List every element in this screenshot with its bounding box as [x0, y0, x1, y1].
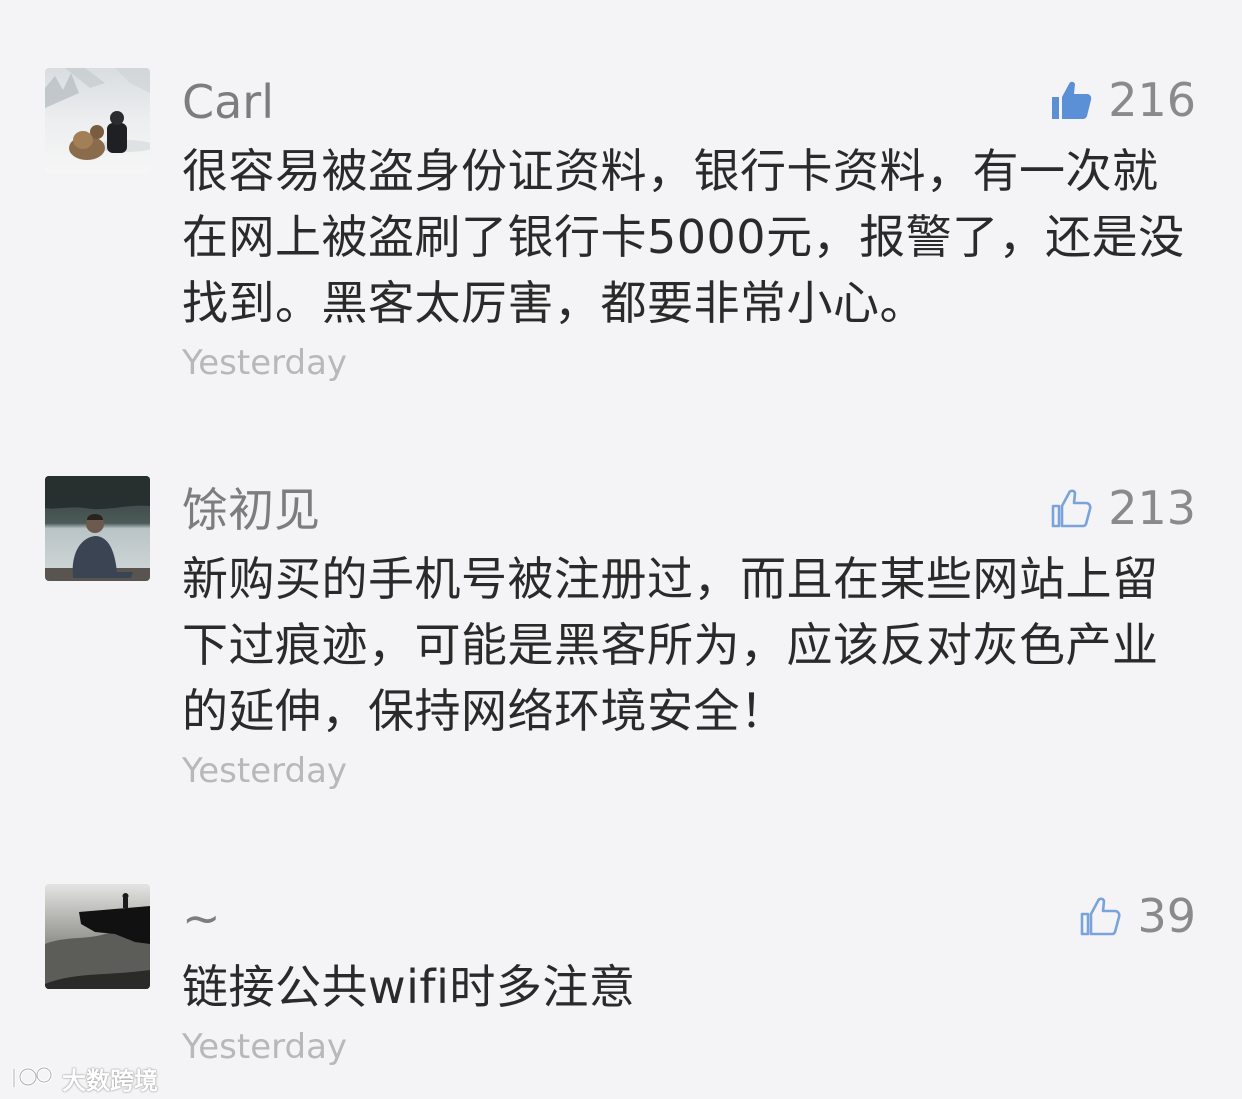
thumbs-up-outline-icon	[1051, 489, 1092, 528]
thumbs-up-outline-icon	[1081, 897, 1121, 936]
comment-text: 新购买的手机号被注册过，而且在某些网站上留下过痕迹，可能是黑客所为，应该反对灰色…	[182, 552, 1159, 738]
logo-icon	[12, 1066, 53, 1089]
comment-time: Yesterday	[182, 751, 348, 791]
avatar[interactable]	[45, 476, 150, 581]
comment-author[interactable]: 馀初见	[182, 482, 320, 538]
like-count: 213	[1108, 481, 1196, 535]
like-count: 39	[1137, 889, 1196, 943]
avatar[interactable]	[45, 884, 150, 989]
comments-page: Carl 216 很容易被盗身份证资料，银行卡资料，有一次就在网上被盗刷了银行卡…	[0, 0, 1242, 1099]
like-button[interactable]: 216	[1050, 72, 1196, 128]
comment-text: 链接公共wifi时多注意	[182, 960, 636, 1014]
avatar[interactable]	[45, 68, 150, 173]
thumbs-up-filled-icon	[1052, 81, 1092, 119]
comment-author[interactable]: Carl	[182, 74, 274, 130]
watermark-text: 大数跨境	[62, 1066, 158, 1095]
like-button[interactable]: 213	[1050, 480, 1196, 536]
watermark: 大数跨境	[10, 1060, 158, 1096]
comment-time: Yesterday	[182, 343, 348, 383]
comment-time: Yesterday	[182, 1027, 348, 1067]
comment-text: 很容易被盗身份证资料，银行卡资料，有一次就在网上被盗刷了银行卡5000元，报警了…	[182, 144, 1185, 330]
comment-author[interactable]: ~	[182, 890, 221, 946]
like-count: 216	[1108, 73, 1196, 127]
like-button[interactable]: 39	[1079, 888, 1196, 944]
